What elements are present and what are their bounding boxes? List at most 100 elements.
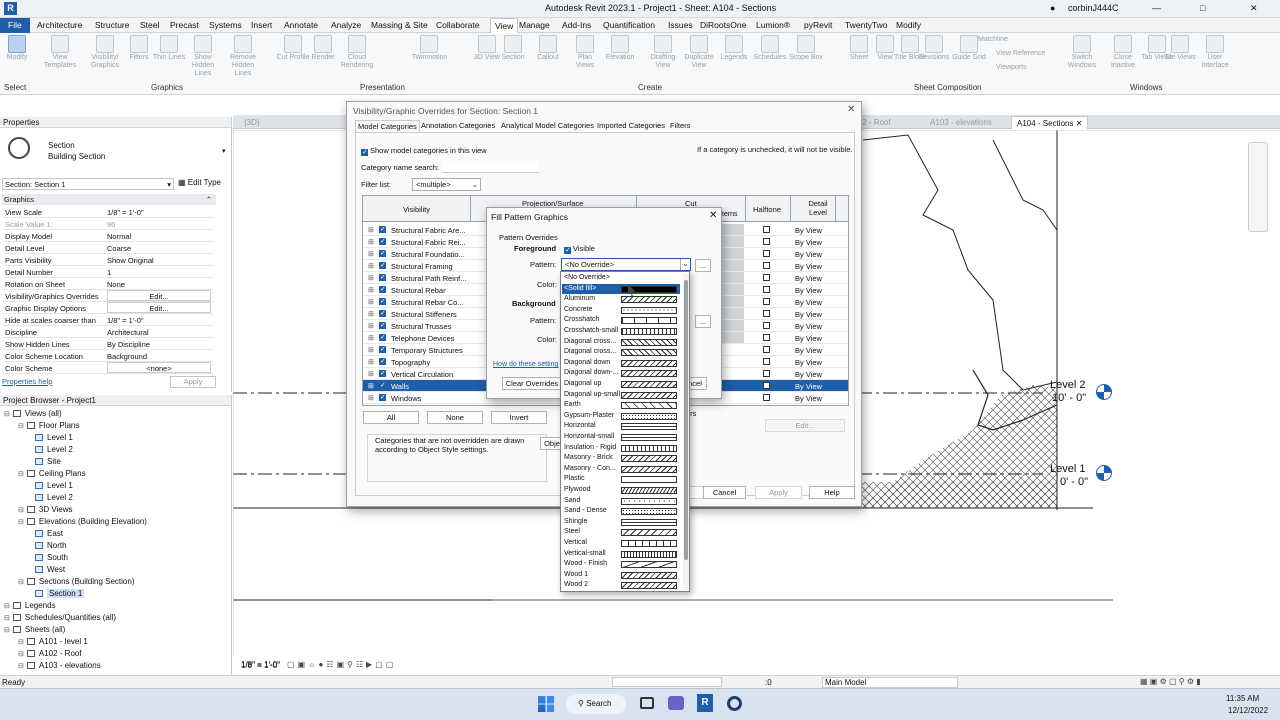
menu-view[interactable]: View bbox=[490, 18, 519, 33]
user-name[interactable]: corbinJ444C bbox=[1068, 3, 1119, 13]
pattern-option[interactable]: Vertical bbox=[562, 538, 680, 549]
how-settings-link[interactable]: How do these setting bbox=[493, 361, 558, 368]
ribbon-thin-lines-button[interactable]: Thin Lines bbox=[152, 35, 186, 62]
browser-item[interactable]: ⊟ Elevations (Building Elevation) bbox=[18, 517, 147, 526]
browser-item[interactable]: ⊟ Sheets (all) bbox=[4, 625, 65, 634]
menu-precast[interactable]: Precast bbox=[170, 20, 199, 30]
bg-pattern-browse-button[interactable]: ... bbox=[695, 315, 711, 328]
tab-close-icon[interactable]: ✕ bbox=[1076, 119, 1083, 128]
revit-logo-icon[interactable]: R bbox=[4, 2, 17, 15]
expand-icon[interactable]: ⊞ bbox=[368, 298, 374, 306]
menu-steel[interactable]: Steel bbox=[140, 20, 159, 30]
browser-item[interactable]: ⊟ A101 - level 1 bbox=[18, 637, 88, 646]
tree-toggle-icon[interactable]: ⊟ bbox=[18, 423, 24, 430]
pattern-option[interactable]: Masonry - Con... bbox=[562, 464, 680, 475]
tree-toggle-icon[interactable]: ⊟ bbox=[18, 579, 24, 586]
tree-toggle-icon[interactable]: ⊟ bbox=[4, 603, 10, 610]
tab-a103[interactable]: A103 - elevations bbox=[925, 116, 997, 129]
detail-level-value[interactable]: By View bbox=[795, 346, 822, 355]
menu-massing-site[interactable]: Massing & Site bbox=[371, 20, 428, 30]
ribbon-remove-hidden-lines-button[interactable]: Remove Hidden Lines bbox=[226, 35, 260, 78]
property-row[interactable]: Color Scheme <none> bbox=[3, 362, 213, 374]
ribbon-tile-views-button[interactable]: Tile Views bbox=[1163, 35, 1197, 62]
property-row[interactable]: Display Model Normal bbox=[3, 230, 213, 242]
ribbon-modify-button[interactable]: Modify bbox=[5, 35, 29, 62]
pattern-option[interactable]: Diagonal up bbox=[562, 379, 680, 390]
halftone-checkbox[interactable] bbox=[763, 370, 770, 377]
navigation-bar[interactable] bbox=[1248, 142, 1268, 232]
help-button[interactable]: Help bbox=[809, 486, 855, 499]
halftone-checkbox[interactable] bbox=[763, 394, 770, 401]
selection-filter-icons[interactable]: ▦ ▣ ⚙ ▢ ⚲ ⚙ ▮ bbox=[1140, 677, 1201, 686]
view-control-icons[interactable]: ▢▣☼●☷▣⚲☷▶▢▢ bbox=[287, 660, 396, 669]
ribbon-twinmotion-button[interactable]: Twinmotion bbox=[412, 35, 447, 62]
app-taskbar-icon[interactable] bbox=[727, 696, 742, 711]
ribbon-user-interface-button[interactable]: User Interface bbox=[1198, 35, 1232, 70]
tree-toggle-icon[interactable]: ⊟ bbox=[4, 615, 10, 622]
pattern-option[interactable]: Diagonal down bbox=[562, 358, 680, 369]
pattern-option[interactable]: Shingle bbox=[562, 517, 680, 528]
pattern-option[interactable]: Crosshatch bbox=[562, 315, 680, 326]
pattern-dropdown-list[interactable]: <No Override> <Solid fill> Aluminum Concret… bbox=[560, 271, 690, 592]
ribbon-show-hidden-lines-button[interactable]: Show Hidden Lines bbox=[186, 35, 220, 78]
menu-dirootsone[interactable]: DiRootsOne bbox=[700, 20, 746, 30]
visibility-checkbox[interactable]: ✓ bbox=[379, 358, 386, 365]
visibility-checkbox[interactable]: ✓ bbox=[379, 250, 386, 257]
property-row[interactable]: Graphic Display Options Edit... bbox=[3, 302, 213, 314]
pattern-option[interactable]: Steel bbox=[562, 527, 680, 538]
halftone-checkbox[interactable] bbox=[763, 286, 770, 293]
expand-icon[interactable]: ⊞ bbox=[368, 310, 374, 318]
expand-icon[interactable]: ⊞ bbox=[368, 226, 374, 234]
task-view-icon[interactable] bbox=[640, 697, 654, 709]
minimize-button[interactable]: — bbox=[1152, 3, 1161, 13]
taskbar-date[interactable]: 12/12/2022 bbox=[1228, 706, 1268, 715]
halftone-checkbox[interactable] bbox=[763, 310, 770, 317]
ribbon-duplicate-view-button[interactable]: Duplicate View bbox=[682, 35, 716, 70]
pattern-option[interactable]: Diagonal up-small bbox=[562, 390, 680, 401]
browser-item[interactable]: East bbox=[32, 529, 63, 538]
fg-pattern-browse-button[interactable]: ... bbox=[695, 259, 711, 272]
dropdown-scrollbar[interactable] bbox=[684, 280, 688, 560]
ribbon-legends-button[interactable]: Legends bbox=[717, 35, 751, 62]
ribbon-viewports[interactable]: Viewports bbox=[996, 64, 1027, 72]
expand-icon[interactable]: ⊞ bbox=[368, 370, 374, 378]
property-row[interactable]: Show Hidden Lines By Discipline bbox=[3, 338, 213, 350]
pattern-option[interactable]: Vertical-small bbox=[562, 549, 680, 560]
ribbon-close-inactive-button[interactable]: Close Inactive bbox=[1106, 35, 1140, 70]
pattern-option[interactable]: Wood 1 bbox=[562, 570, 680, 581]
detail-level-value[interactable]: By View bbox=[795, 394, 822, 403]
tree-toggle-icon[interactable]: ⊟ bbox=[18, 639, 24, 646]
browser-item[interactable]: Level 2 bbox=[32, 445, 73, 454]
tab-a104[interactable]: A104 - Sections ✕ bbox=[1011, 116, 1089, 129]
pattern-option[interactable]: Horizontal-small bbox=[562, 432, 680, 443]
ribbon-matchline[interactable]: Matchline bbox=[978, 36, 1008, 44]
menu-pyrevit[interactable]: pyRevit bbox=[804, 20, 832, 30]
pattern-option[interactable]: Diagonal cross... bbox=[562, 347, 680, 358]
expand-icon[interactable]: ⊞ bbox=[368, 346, 374, 354]
property-row[interactable]: Detail Level Coarse bbox=[3, 242, 213, 254]
browser-item[interactable]: ⊟ Schedules/Quantities (all) bbox=[4, 613, 116, 622]
revit-taskbar-icon[interactable]: R bbox=[697, 694, 713, 712]
property-row[interactable]: Visibility/Graphics Overrides Edit... bbox=[3, 290, 213, 302]
browser-item[interactable]: South bbox=[32, 553, 68, 562]
level-1-head-icon[interactable] bbox=[1096, 465, 1112, 481]
ribbon-cloud-rendering-button[interactable]: Cloud Rendering bbox=[340, 35, 374, 70]
close-button[interactable]: ✕ bbox=[1250, 3, 1258, 14]
foreground-visible-checkbox[interactable]: ✓ Visible bbox=[564, 244, 595, 254]
browser-item[interactable]: Level 1 bbox=[32, 481, 73, 490]
detail-level-value[interactable]: By View bbox=[795, 274, 822, 283]
tree-toggle-icon[interactable]: ⊟ bbox=[4, 627, 10, 634]
pattern-option[interactable]: Horizontal bbox=[562, 421, 680, 432]
browser-item[interactable]: Level 1 bbox=[32, 433, 73, 442]
expand-icon[interactable]: ⊞ bbox=[368, 394, 374, 402]
visibility-checkbox[interactable]: ✓ bbox=[379, 382, 386, 389]
pattern-option[interactable]: <No Override> bbox=[562, 273, 680, 284]
detail-level-value[interactable]: By View bbox=[795, 286, 822, 295]
expand-icon[interactable]: ⊞ bbox=[368, 334, 374, 342]
pattern-option[interactable]: Insulation - Rigid bbox=[562, 443, 680, 454]
property-value[interactable]: Edit... bbox=[107, 302, 211, 313]
menu-manage[interactable]: Manage bbox=[519, 20, 550, 30]
pattern-option[interactable]: Gypsum-Plaster bbox=[562, 411, 680, 422]
vg-tab-3[interactable]: Imported Categories bbox=[595, 120, 667, 132]
expand-icon[interactable]: ⊞ bbox=[368, 250, 374, 258]
